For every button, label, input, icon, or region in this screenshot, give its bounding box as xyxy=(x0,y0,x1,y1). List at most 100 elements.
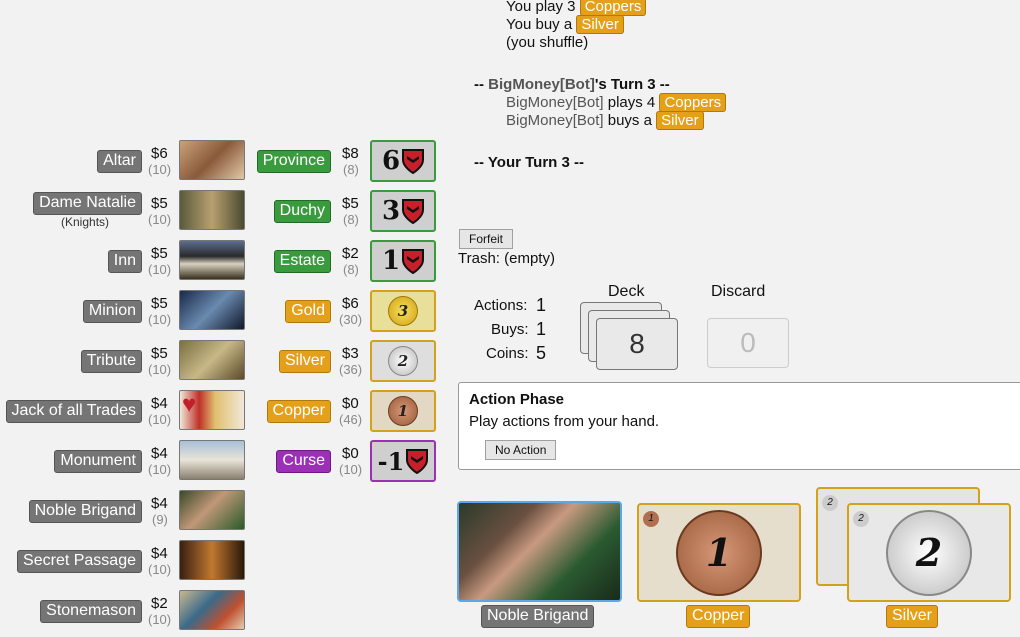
supply-card-gold[interactable]: Gold xyxy=(285,300,331,323)
hand-card-label: Silver xyxy=(886,605,939,628)
supply-card-estate[interactable]: Estate xyxy=(273,250,331,273)
card-count: (10) xyxy=(148,562,172,577)
card-count: (8) xyxy=(343,162,359,177)
supply-card-stonemason[interactable]: Stonemason xyxy=(40,600,142,623)
card-price: $4 xyxy=(151,395,168,412)
duchy-art[interactable]: 3 xyxy=(370,190,436,232)
supply-card-duchy[interactable]: Duchy xyxy=(273,200,331,223)
copper-coin-icon: 1 xyxy=(676,509,762,596)
supply-card-monument[interactable]: Monument xyxy=(54,450,142,473)
deck-label: Deck xyxy=(608,283,645,300)
card-price: $5 xyxy=(151,195,168,212)
log-card-tag: Coppers xyxy=(659,93,727,112)
supply-card-secret-passage[interactable]: Secret Passage xyxy=(17,550,142,573)
card-count: (10) xyxy=(148,212,172,227)
card-price: $5 xyxy=(342,195,359,212)
card-count: (9) xyxy=(152,512,168,527)
monument-art[interactable] xyxy=(179,440,245,480)
supply-card-minion[interactable]: Minion xyxy=(82,300,142,323)
actions-label: Actions: xyxy=(474,297,528,314)
card-count: (8) xyxy=(343,212,359,227)
supply-card-inn[interactable]: Inn xyxy=(107,250,142,273)
gold-art[interactable]: 3 xyxy=(370,290,436,332)
card-price: $5 xyxy=(151,345,168,362)
buys-value: 1 xyxy=(536,319,547,339)
hand-card-label: Copper xyxy=(686,605,751,628)
jack-of-all-trades-art[interactable]: ♥ xyxy=(179,390,245,430)
card-count: (10) xyxy=(148,612,172,627)
stonemason-art[interactable] xyxy=(179,590,245,630)
card-count: (10) xyxy=(148,262,172,277)
supply-card-noble-brigand[interactable]: Noble Brigand xyxy=(28,500,142,523)
altar-art[interactable] xyxy=(179,140,245,180)
hand-card-label: Noble Brigand xyxy=(481,605,595,628)
supply-card-silver[interactable]: Silver xyxy=(278,350,331,373)
hand-card-silver[interactable]: 2 2 xyxy=(847,503,1011,602)
no-action-button[interactable]: No Action xyxy=(485,440,557,460)
card-price: $4 xyxy=(151,495,168,512)
shield-icon xyxy=(402,199,425,224)
card-price: $5 xyxy=(151,295,168,312)
forfeit-button[interactable]: Forfeit xyxy=(459,229,514,249)
province-art[interactable]: 6 xyxy=(370,140,436,182)
tribute-art[interactable] xyxy=(179,340,245,380)
log-line: (you shuffle) xyxy=(506,34,589,51)
hand-card-copper[interactable]: 1 1 xyxy=(637,503,801,602)
card-count: (10) xyxy=(148,462,172,477)
log-card-tag: Silver xyxy=(656,111,704,130)
log-line: BigMoney[Bot] plays 4 Coppers xyxy=(506,93,727,112)
supply-card-curse[interactable]: Curse xyxy=(276,450,331,473)
card-price: $0 xyxy=(342,445,359,462)
secret-passage-art[interactable] xyxy=(179,540,245,580)
card-price: $2 xyxy=(342,245,359,262)
dame-natalie-art[interactable] xyxy=(179,190,245,230)
supply-card-copper[interactable]: Copper xyxy=(266,400,331,423)
card-count: (46) xyxy=(339,412,363,427)
phase-instruction: Play actions from your hand. xyxy=(469,413,660,430)
trash-label: Trash: (empty) xyxy=(458,250,555,267)
silver-art[interactable]: 2 xyxy=(370,340,436,382)
log-line: BigMoney[Bot] buys a Silver xyxy=(506,111,704,130)
card-count: (10) xyxy=(148,312,172,327)
hand-card-noble-brigand[interactable] xyxy=(457,501,622,602)
card-price: $4 xyxy=(151,445,168,462)
card-subtitle: (Knights) xyxy=(61,215,110,229)
inn-art[interactable] xyxy=(179,240,245,280)
card-price: $3 xyxy=(342,345,359,362)
log-line: You buy a Silver xyxy=(506,15,624,34)
card-count: (10) xyxy=(339,462,363,477)
card-price: $6 xyxy=(342,295,359,312)
supply-card-province[interactable]: Province xyxy=(256,150,331,173)
card-price: $0 xyxy=(342,395,359,412)
noble-brigand-art[interactable] xyxy=(179,490,245,530)
supply-card-jack-of-all-trades[interactable]: Jack of all Trades xyxy=(5,400,142,423)
action-phase-panel: Action Phase Play actions from your hand… xyxy=(458,382,1020,470)
corner-coin-icon: 1 xyxy=(643,511,659,527)
discard-pile[interactable]: 0 xyxy=(707,318,789,368)
gold-coin-icon: 3 xyxy=(388,296,418,326)
silver-coin-icon: 2 xyxy=(388,346,418,376)
estate-art[interactable]: 1 xyxy=(370,240,436,282)
copper-coin-icon: 1 xyxy=(388,396,418,426)
corner-coin-icon: 2 xyxy=(853,511,869,527)
card-count: (10) xyxy=(148,412,172,427)
card-count: (36) xyxy=(339,362,363,377)
copper-art[interactable]: 1 xyxy=(370,390,436,432)
minion-art[interactable] xyxy=(179,290,245,330)
deck-count: 8 xyxy=(596,318,678,370)
log-card-tag: Coppers xyxy=(579,0,647,16)
supply-card-altar[interactable]: Altar xyxy=(97,150,142,173)
supply-card-tribute[interactable]: Tribute xyxy=(80,350,142,373)
actions-value: 1 xyxy=(536,295,547,315)
card-count: (10) xyxy=(148,162,172,177)
card-price: $2 xyxy=(151,595,168,612)
log-card-tag: Silver xyxy=(576,15,624,34)
curse-art[interactable]: -1 xyxy=(370,440,436,482)
discard-label: Discard xyxy=(711,283,766,300)
log-line: You play 3 Coppers xyxy=(506,0,647,16)
supply-card-dame-natalie[interactable]: Dame Natalie xyxy=(33,192,142,215)
card-price: $6 xyxy=(151,145,168,162)
your-turn-header: -- Your Turn 3 -- xyxy=(474,154,584,171)
shield-icon xyxy=(402,149,425,174)
card-price: $5 xyxy=(151,245,168,262)
